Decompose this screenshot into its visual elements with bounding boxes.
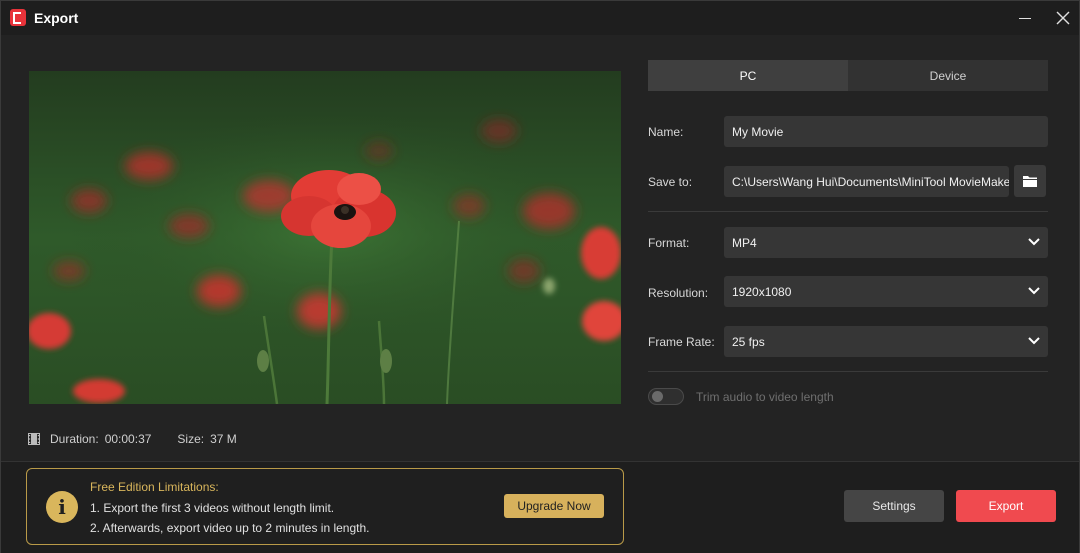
name-input[interactable]: My Movie — [724, 116, 1048, 147]
frame-rate-value: 25 fps — [732, 334, 765, 349]
duration-label: Duration: — [50, 432, 99, 446]
settings-button[interactable]: Settings — [844, 490, 944, 522]
free-edition-limits-panel: i Free Edition Limitations: 1. Export th… — [26, 468, 624, 545]
chevron-down-icon — [1028, 238, 1040, 246]
frame-rate-label: Frame Rate: — [648, 335, 715, 349]
title-bar: Export — [1, 1, 1079, 35]
name-label: Name: — [648, 125, 684, 139]
format-select[interactable]: MP4 — [724, 227, 1048, 258]
video-info: Duration: 00:00:37 Size: 37 M — [28, 431, 263, 447]
resolution-value: 1920x1080 — [732, 284, 792, 299]
save-path-input[interactable]: C:\Users\Wang Hui\Documents\MiniTool Mov… — [724, 166, 1009, 197]
frame-rate-select[interactable]: 25 fps — [724, 326, 1048, 357]
tab-device[interactable]: Device — [848, 60, 1048, 91]
format-value: MP4 — [732, 235, 757, 250]
size-label: Size: — [177, 432, 205, 446]
trim-audio-label: Trim audio to video length — [696, 390, 834, 404]
export-target-tabs: PC Device — [648, 60, 1048, 91]
limits-line-1: 1. Export the first 3 videos without len… — [90, 501, 335, 515]
close-button[interactable] — [1049, 5, 1077, 31]
size-value: 37 M — [210, 432, 237, 446]
limits-title: Free Edition Limitations: — [90, 480, 219, 494]
browse-folder-button[interactable] — [1014, 165, 1046, 197]
format-label: Format: — [648, 236, 690, 250]
chevron-down-icon — [1028, 287, 1040, 295]
section-divider — [648, 211, 1048, 212]
save-to-label: Save to: — [648, 175, 693, 189]
tab-pc[interactable]: PC — [648, 60, 848, 91]
resolution-label: Resolution: — [648, 286, 709, 300]
folder-icon — [1023, 176, 1037, 187]
app-logo-icon — [10, 9, 26, 26]
video-preview — [29, 71, 621, 404]
film-icon — [28, 433, 40, 445]
limits-line-2: 2. Afterwards, export video up to 2 minu… — [90, 521, 370, 535]
minimize-button[interactable] — [1011, 5, 1039, 31]
export-button[interactable]: Export — [956, 490, 1056, 522]
info-icon: i — [46, 491, 78, 523]
export-dialog: Export Duration: 00:00:37 Size: 37 M PC … — [0, 0, 1080, 553]
trim-audio-toggle[interactable] — [648, 388, 684, 405]
poppy-field-image — [29, 71, 621, 404]
section-divider — [648, 371, 1048, 372]
window-title: Export — [34, 10, 79, 26]
close-icon — [1056, 11, 1070, 25]
duration-value: 00:00:37 — [104, 432, 152, 446]
resolution-select[interactable]: 1920x1080 — [724, 276, 1048, 307]
upgrade-now-button[interactable]: Upgrade Now — [504, 494, 604, 518]
chevron-down-icon — [1028, 337, 1040, 345]
